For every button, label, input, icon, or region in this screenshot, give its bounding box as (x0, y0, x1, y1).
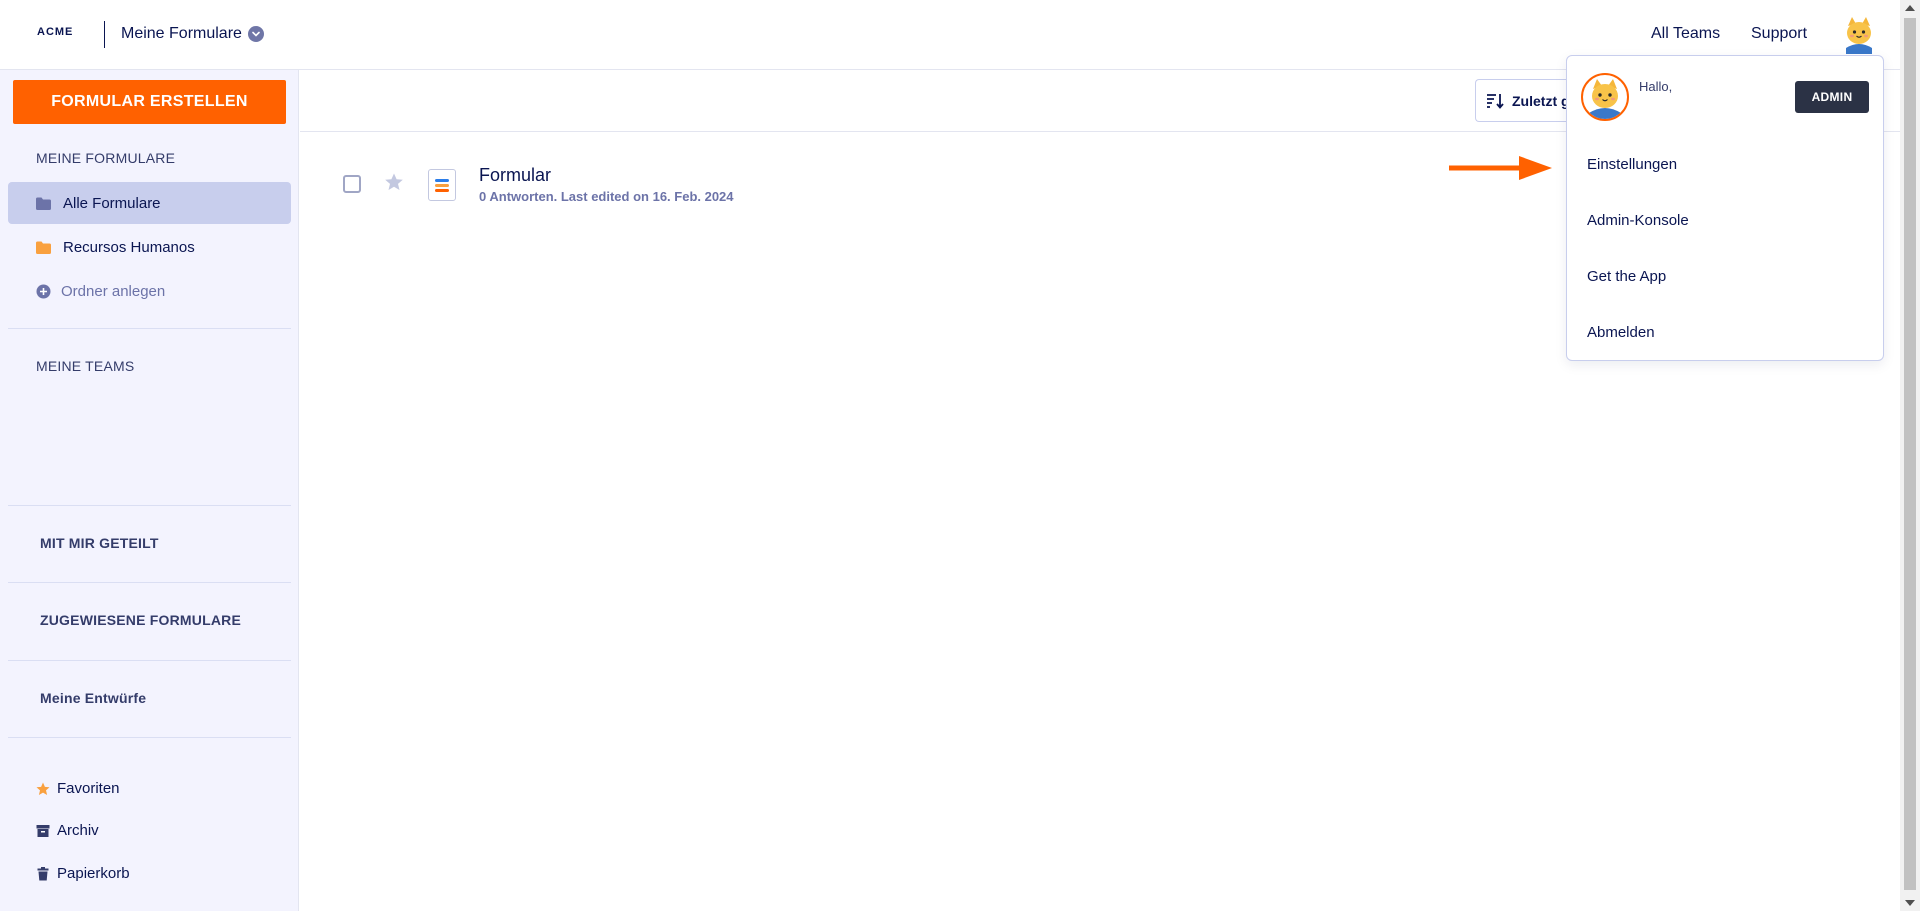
sidebar-item-label: Papierkorb (57, 865, 130, 882)
sort-icon (1487, 93, 1504, 109)
favorite-star-icon[interactable] (384, 172, 404, 197)
page-title: Meine Formulare (121, 25, 242, 42)
nav-all-teams[interactable]: All Teams (1651, 25, 1720, 43)
sidebar-item-label: Recursos Humanos (63, 238, 195, 256)
form-meta: 0 Antworten. Last edited on 16. Feb. 202… (479, 189, 734, 204)
sidebar-item-label: Favoriten (57, 780, 120, 797)
menu-item-settings[interactable]: Einstellungen (1587, 156, 1677, 173)
sidebar-item-create-folder[interactable]: Ordner anlegen (8, 270, 291, 312)
sidebar-divider (8, 660, 291, 661)
sidebar-item-label: Ordner anlegen (61, 282, 166, 300)
sidebar-item-recursos-humanos[interactable]: Recursos Humanos (8, 226, 291, 268)
sidebar-shared-with-me[interactable]: MIT MIR GETEILT (40, 535, 159, 551)
plus-circle-icon (36, 284, 51, 298)
sidebar-divider (8, 505, 291, 506)
sidebar-assigned-forms[interactable]: ZUGEWIESENE FORMULARE (40, 612, 241, 628)
form-list-item[interactable]: Formular 0 Antworten. Last edited on 16.… (300, 160, 1600, 210)
folder-icon (36, 241, 51, 254)
section-title-my-forms: MEINE FORMULARE (36, 150, 176, 166)
chevron-down-icon (247, 26, 264, 42)
page-title-dropdown[interactable]: Meine Formulare (121, 25, 264, 43)
archive-icon (36, 824, 50, 837)
scroll-up-arrow-icon[interactable] (1905, 5, 1915, 11)
trash-icon (37, 866, 49, 880)
sidebar-item-label: Alle Formulare (63, 194, 161, 212)
folder-icon (36, 197, 51, 210)
sidebar: FORMULAR ERSTELLEN MEINE FORMULARE Alle … (0, 70, 299, 911)
nav-support[interactable]: Support (1751, 25, 1807, 43)
menu-item-get-app[interactable]: Get the App (1587, 268, 1666, 285)
cat-avatar-icon (1839, 15, 1879, 55)
user-avatar (1581, 73, 1629, 121)
section-title-my-teams: MEINE TEAMS (36, 358, 135, 374)
annotation-arrow-icon (1449, 156, 1552, 180)
form-document-icon (428, 169, 456, 201)
admin-badge: ADMIN (1795, 81, 1869, 113)
sidebar-item-favorites[interactable]: Favoriten (36, 780, 120, 797)
page-scrollbar[interactable] (1900, 0, 1920, 911)
sidebar-divider (8, 328, 291, 329)
star-icon (36, 782, 50, 795)
user-menu-dropdown: Hallo, ADMIN Einstellungen Admin-Konsole… (1566, 55, 1884, 361)
sidebar-item-all-forms[interactable]: Alle Formulare (8, 182, 291, 224)
sidebar-my-drafts[interactable]: Meine Entwürfe (40, 690, 146, 706)
sidebar-item-trash[interactable]: Papierkorb (36, 865, 130, 882)
form-select-checkbox[interactable] (343, 175, 361, 193)
cat-avatar-icon (1589, 79, 1621, 119)
sidebar-divider (8, 737, 291, 738)
user-avatar-button[interactable] (1838, 14, 1880, 56)
sidebar-item-label: Archiv (57, 822, 99, 839)
sort-label: Zuletzt g (1512, 92, 1570, 109)
sidebar-item-archive[interactable]: Archiv (36, 822, 99, 839)
greeting-text: Hallo, (1639, 79, 1673, 94)
scroll-down-arrow-icon[interactable] (1905, 900, 1915, 906)
header-divider (104, 21, 105, 48)
acme-logo[interactable]: ACME (37, 26, 73, 38)
menu-item-logout[interactable]: Abmelden (1587, 324, 1655, 341)
create-form-button[interactable]: FORMULAR ERSTELLEN (13, 80, 286, 124)
scrollbar-thumb[interactable] (1904, 18, 1916, 890)
form-title[interactable]: Formular (479, 165, 551, 186)
sidebar-divider (8, 582, 291, 583)
menu-item-admin-console[interactable]: Admin-Konsole (1587, 212, 1689, 229)
